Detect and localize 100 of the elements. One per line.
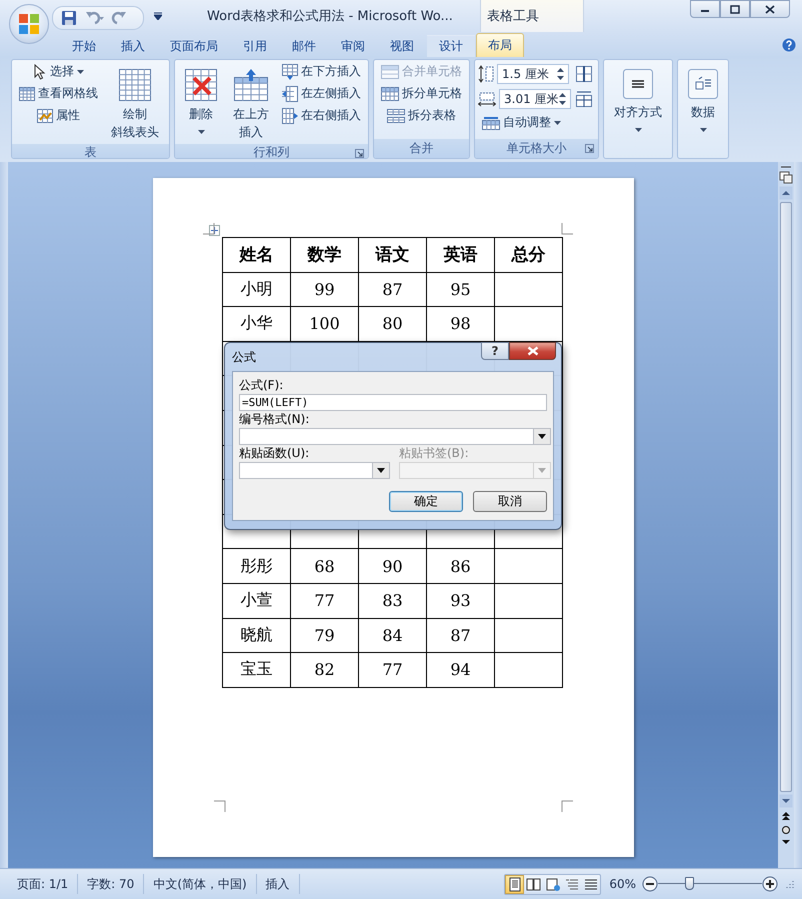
column-header: 数学 <box>290 238 358 272</box>
scrollbar-thumb[interactable] <box>780 202 792 792</box>
table-properties-icon <box>37 108 53 122</box>
ribbon-button[interactable]: 在下方插入 <box>278 62 365 81</box>
view-button[interactable] <box>505 874 524 894</box>
save-icon[interactable] <box>61 10 77 26</box>
dialog-launcher-icon[interactable] <box>585 144 594 153</box>
ribbon-button[interactable]: 在右侧插入 <box>278 106 365 125</box>
ribbon-button[interactable]: 拆分表格 <box>383 106 460 125</box>
browse-object-icon[interactable] <box>779 824 793 836</box>
ribbon-tab[interactable]: 布局 <box>476 33 524 57</box>
ribbon-button[interactable]: 自动调整 <box>478 112 571 133</box>
table-cell: 93 <box>426 583 494 618</box>
dialog-button[interactable]: 确定 <box>389 491 463 512</box>
field-label: 公式(F): <box>239 377 284 394</box>
ribbon-button[interactable]: 对齐方式 <box>610 65 666 141</box>
ribbon-tab[interactable]: 视图 <box>378 35 426 57</box>
group-label: 合并 <box>410 140 434 157</box>
pointer-icon <box>33 64 47 80</box>
word-count: 字数: 70 <box>78 874 144 894</box>
close-button[interactable] <box>750 0 790 18</box>
ruler-toggle-icon[interactable] <box>779 166 793 184</box>
page-indicator: 页面: 1/1 <box>8 874 78 894</box>
ribbon-tab[interactable]: 邮件 <box>280 35 328 57</box>
table-cell: 80 <box>358 306 426 342</box>
table-cell: 68 <box>290 548 358 584</box>
zoom-out-button[interactable] <box>642 876 658 892</box>
ribbon-button[interactable]: 查看网格线 <box>15 84 102 103</box>
delete-table-icon <box>185 69 217 101</box>
spin-arrows-icon[interactable] <box>559 92 566 106</box>
outline-icon <box>564 876 580 892</box>
table-cell <box>494 583 562 618</box>
ribbon-button[interactable]: 属性 <box>33 106 84 125</box>
resize-grip-icon <box>784 879 794 889</box>
table-cell: 晓航 <box>222 618 290 653</box>
distribute-columns-icon <box>576 91 592 107</box>
help-icon[interactable] <box>782 38 796 52</box>
table-cell <box>494 652 562 688</box>
dialog-title: 公式 <box>232 349 256 366</box>
office-button[interactable] <box>9 4 49 44</box>
table-cell: 彤彤 <box>222 548 290 584</box>
ribbon-tab[interactable]: 引用 <box>231 35 279 57</box>
table-cell: 77 <box>290 583 358 618</box>
zoom-in-button[interactable] <box>762 876 778 892</box>
ribbon-button[interactable]: 选择 <box>29 62 88 81</box>
formula-field[interactable]: =SUM(LEFT) <box>239 394 547 411</box>
help-button[interactable]: ? <box>481 342 509 360</box>
insert-column-left-icon <box>282 86 298 102</box>
context-title: 表格工具 <box>480 0 584 32</box>
spin-field[interactable]: 1.5 厘米 <box>497 64 569 84</box>
redo-icon[interactable] <box>111 10 127 26</box>
crop-mark-icon <box>561 800 573 812</box>
crop-mark-icon <box>203 223 215 235</box>
customize-arrow-icon[interactable] <box>154 12 162 20</box>
insert-row-below-icon <box>282 64 298 80</box>
ribbon-button[interactable]: 在左侧插入 <box>278 84 365 103</box>
slider-thumb[interactable] <box>685 877 694 890</box>
ribbon-tab[interactable]: 开始 <box>60 35 108 57</box>
dialog-launcher-icon[interactable] <box>355 149 364 158</box>
table-cell: 98 <box>426 306 494 342</box>
maximize-button[interactable] <box>720 0 750 18</box>
caret-icon <box>538 434 546 439</box>
ribbon-button[interactable]: 在上方 插入 <box>229 65 273 142</box>
insert-column-right-icon <box>282 108 298 124</box>
group-label: 单元格大小 <box>506 140 566 157</box>
close-icon <box>765 4 775 14</box>
table-icon <box>119 69 151 101</box>
ribbon-button[interactable]: 删除 <box>181 65 221 141</box>
ribbon-button[interactable]: 绘制 斜线表头 <box>107 65 163 142</box>
ribbon-tab[interactable]: 设计 <box>427 35 475 57</box>
table-cell <box>494 272 562 307</box>
column-header: 总分 <box>494 238 562 272</box>
table-cell: 小明 <box>222 272 290 307</box>
scroll-up-icon[interactable] <box>779 186 793 200</box>
dropdown-field[interactable] <box>239 428 551 445</box>
ribbon-button[interactable]: 数据 <box>684 65 722 141</box>
table-cell: 84 <box>358 618 426 653</box>
table-cell: 87 <box>358 272 426 307</box>
undo-icon[interactable] <box>83 10 105 26</box>
caret-icon <box>634 128 642 132</box>
ribbon-button[interactable]: 拆分单元格 <box>377 84 466 103</box>
minimize-button[interactable] <box>690 0 720 18</box>
table-cell: 79 <box>290 618 358 653</box>
close-button[interactable] <box>509 342 556 360</box>
ribbon-tab[interactable]: 插入 <box>109 35 157 57</box>
spin-arrows-icon[interactable] <box>557 67 564 81</box>
ribbon-tab[interactable]: 页面布局 <box>158 35 230 57</box>
table-cell <box>494 618 562 653</box>
group-label: 行和列 <box>254 144 290 158</box>
spin-field[interactable]: 3.01 厘米 <box>499 89 571 109</box>
scroll-down-icon[interactable] <box>779 794 793 808</box>
web-layout-icon <box>544 876 561 892</box>
ribbon-tab[interactable]: 审阅 <box>329 35 377 57</box>
caret-icon <box>700 128 706 132</box>
dropdown-field[interactable] <box>239 462 390 479</box>
dialog-button[interactable]: 取消 <box>473 491 547 512</box>
zoom-level[interactable]: 60% <box>609 877 636 891</box>
reading-layout-icon <box>526 876 542 892</box>
alignment-icon <box>623 69 653 99</box>
zoom-slider[interactable] <box>658 877 762 891</box>
